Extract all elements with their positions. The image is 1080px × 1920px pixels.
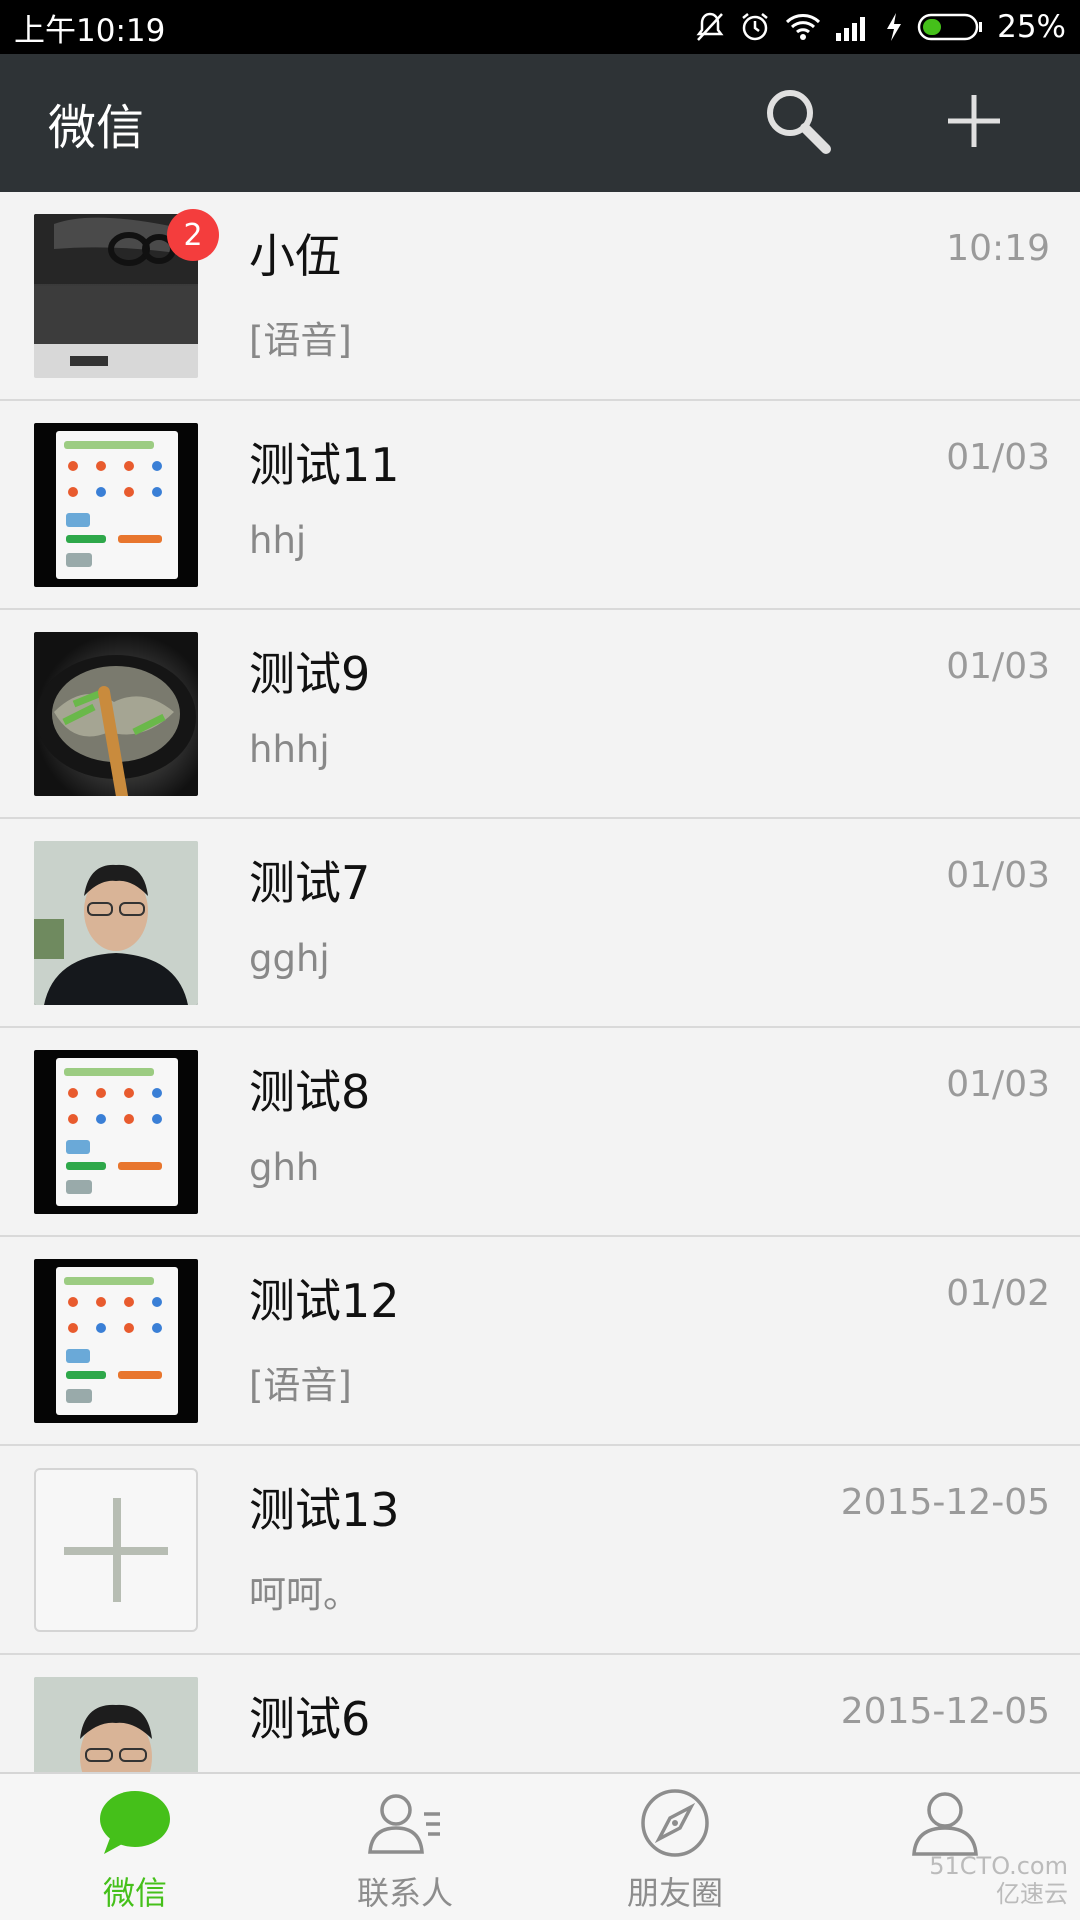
search-icon <box>762 85 834 161</box>
tab-label: 联系人 <box>356 1874 453 1912</box>
header-actions <box>758 83 1014 163</box>
chat-name: 测试6 <box>249 1692 371 1746</box>
chat-row[interactable]: 测试11 hhj 01/03 <box>0 401 1080 610</box>
chat-row[interactable]: 测试6 2015-12-05 <box>0 1655 1080 1772</box>
chat-preview: gghj <box>249 937 330 980</box>
app-header: 微信 <box>0 54 1080 192</box>
avatar <box>34 1259 198 1423</box>
chat-time: 01/03 <box>946 646 1050 687</box>
chat-row[interactable]: 测试8 ghh 01/03 <box>0 1028 1080 1237</box>
chat-row[interactable]: 测试13 呵呵。 2015-12-05 <box>0 1446 1080 1655</box>
add-button[interactable] <box>934 83 1014 163</box>
avatar <box>34 1677 198 1772</box>
avatar <box>34 423 198 587</box>
avatar <box>34 1050 198 1214</box>
chat-row[interactable]: 测试7 gghj 01/03 <box>0 819 1080 1028</box>
watermark: 51CTO.com 亿速云 <box>929 1852 1068 1908</box>
avatar <box>34 841 198 1005</box>
chat-time: 01/03 <box>946 437 1050 478</box>
chat-row[interactable]: 测试12 [语音] 01/02 <box>0 1237 1080 1446</box>
chat-preview: hhj <box>249 519 307 562</box>
chat-time: 01/03 <box>946 855 1050 896</box>
plus-icon <box>944 91 1004 155</box>
status-bar: 上午10:19 25% <box>0 0 1080 54</box>
chat-name: 测试11 <box>249 438 400 492</box>
tab-moments[interactable]: 朋友圈 <box>540 1774 810 1920</box>
chat-name: 测试12 <box>249 1274 400 1328</box>
chat-time: 2015-12-05 <box>840 1691 1050 1732</box>
chat-bubble-icon <box>96 1788 174 1862</box>
mute-icon <box>695 11 725 43</box>
me-icon <box>906 1788 984 1862</box>
tab-weixin[interactable]: 微信 <box>0 1774 270 1920</box>
chat-preview: [语音] <box>249 319 352 362</box>
tab-label: 朋友圈 <box>626 1874 723 1912</box>
chat-preview: 呵呵。 <box>249 1573 360 1616</box>
tab-contacts[interactable]: 联系人 <box>270 1774 540 1920</box>
chat-name: 测试9 <box>249 647 371 701</box>
chat-row[interactable]: 2 小伍 [语音] 10:19 <box>0 192 1080 401</box>
chat-name: 小伍 <box>249 229 341 283</box>
search-button[interactable] <box>758 83 838 163</box>
status-icons: 25% <box>695 9 1066 45</box>
watermark-line1: 51CTO.com <box>929 1852 1068 1880</box>
battery-percent: 25% <box>997 9 1066 45</box>
chat-list: 2 小伍 [语音] 10:19 测试11 hhj 01/03 测试9 hhhj … <box>0 192 1080 1772</box>
chat-time: 01/02 <box>946 1273 1050 1314</box>
contacts-icon <box>366 1788 444 1862</box>
chat-time: 01/03 <box>946 1064 1050 1105</box>
chat-name: 测试8 <box>249 1065 371 1119</box>
avatar <box>34 632 198 796</box>
wifi-icon <box>785 13 821 41</box>
chat-preview: hhhj <box>249 728 330 771</box>
charging-icon <box>885 12 903 42</box>
page-title: 微信 <box>48 100 145 156</box>
tab-label: 微信 <box>102 1874 167 1912</box>
battery-icon <box>917 12 983 42</box>
chat-name: 测试13 <box>249 1483 400 1537</box>
avatar-placeholder <box>34 1468 198 1632</box>
chat-name: 测试7 <box>249 856 371 910</box>
tab-bar: 微信 联系人 朋友圈 51CTO.com 亿速云 <box>0 1772 1080 1920</box>
watermark-line2: 亿速云 <box>996 1880 1068 1908</box>
chat-preview: ghh <box>249 1146 320 1189</box>
chat-preview: [语音] <box>249 1364 352 1407</box>
chat-time: 2015-12-05 <box>840 1482 1050 1523</box>
chat-time: 10:19 <box>946 228 1050 269</box>
unread-badge: 2 <box>167 209 219 261</box>
alarm-icon <box>739 11 771 43</box>
compass-icon <box>636 1788 714 1862</box>
chat-row[interactable]: 测试9 hhhj 01/03 <box>0 610 1080 819</box>
status-time: 上午10:19 <box>14 12 166 49</box>
signal-icon <box>835 13 871 41</box>
